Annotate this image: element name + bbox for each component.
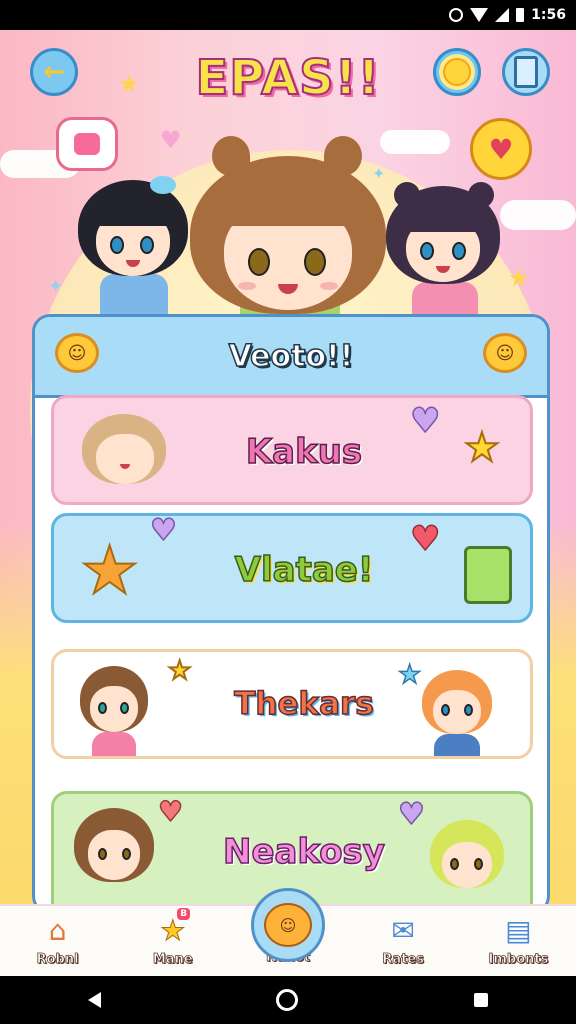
star-character-icon: ★: [79, 532, 140, 609]
star-icon: ★: [397, 660, 422, 690]
sun-icon: [443, 58, 471, 86]
nav-item-mane[interactable]: ★ B Mane: [115, 906, 230, 978]
character-bear-icon: [74, 808, 154, 900]
card-title: Veoto!!: [228, 338, 354, 375]
menu-item-label: Kakus: [245, 431, 363, 473]
system-nav-bar: [0, 976, 576, 1024]
chat-button[interactable]: [56, 117, 118, 171]
notification-badge: B: [177, 908, 191, 920]
menu-item-vlatae[interactable]: ★ ♥ ♥ Vlatae!: [51, 513, 533, 623]
bottom-navigation: ⌂ Robnl ★ B Mane ☺ Nanot ✉ Rates ▤ Imbon…: [0, 888, 576, 978]
status-bar: 1:56: [0, 0, 576, 30]
smiley-icon: ☺: [55, 333, 99, 373]
character-brown-icon: [80, 666, 148, 756]
character-blonde-icon: [430, 820, 504, 906]
favorites-button[interactable]: ♥: [470, 118, 532, 180]
nav-label: Mane: [152, 952, 194, 968]
speech-heart-icon: ♥: [409, 519, 441, 559]
smiley-icon: ☺: [264, 903, 312, 947]
smiley-icon: ☺: [483, 333, 527, 373]
character-right: [386, 182, 500, 316]
heart-icon: ♥: [488, 132, 514, 166]
center-bubble: ☺: [251, 888, 325, 962]
nav-label: Robnl: [36, 952, 79, 968]
heart-icon: ♥: [409, 401, 441, 441]
home-icon: ⌂: [48, 914, 67, 947]
nav-item-home[interactable]: ⌂ Robnl: [0, 906, 115, 978]
wifi-icon: [470, 8, 489, 22]
nav-label: Imbonts: [488, 952, 549, 968]
cloud-mid: [380, 130, 450, 154]
list-card-icon: ▤: [505, 914, 532, 947]
menu-item-kakus[interactable]: ♥ ★ Kakus: [51, 395, 533, 505]
exit-button[interactable]: [502, 48, 550, 96]
card-header: ☺ Veoto!! ☺: [35, 317, 547, 398]
nav-item-rates[interactable]: ✉ Rates: [346, 906, 461, 978]
star-icon: ★: [167, 656, 192, 686]
battery-icon: [516, 8, 525, 22]
status-time: 1:56: [531, 7, 566, 23]
app-title: EPAS!!: [194, 49, 381, 107]
character-orange-icon: [422, 670, 492, 756]
system-back-icon[interactable]: [87, 992, 101, 1008]
door-icon: [514, 56, 538, 88]
tablet-icon: [464, 546, 512, 604]
cloud-right: [500, 200, 576, 230]
sparkle-icon: ✦: [48, 276, 64, 297]
heart-deco-icon: ♥: [160, 126, 182, 154]
system-recents-icon[interactable]: [474, 993, 489, 1007]
signal-icon: [495, 8, 510, 22]
menu-item-thekars[interactable]: ★ ★ Thekars: [51, 649, 533, 759]
heart-icon: ♥: [397, 797, 425, 832]
character-left: [78, 176, 188, 314]
alarm-icon: [449, 8, 464, 22]
main-menu-card: ☺ Veoto!! ☺ ♥ ★ Kakus ★ ♥ ♥ Vlatae! ★ ★: [32, 314, 550, 914]
character-sleepy-icon: [82, 414, 166, 490]
nav-item-nanot[interactable]: ☺ Nanot: [230, 888, 345, 978]
character-center: [190, 136, 386, 320]
menu-item-label: Thekars: [233, 685, 374, 723]
heart-icon: ♥: [157, 795, 184, 828]
heart-folder-icon: ✉: [391, 914, 415, 947]
settings-button[interactable]: [433, 48, 481, 96]
sparkle-star-icon: ★: [118, 70, 140, 98]
menu-item-label: Vlatae!: [234, 549, 374, 591]
sparkle-star-icon: ★: [508, 264, 530, 292]
menu-item-label: Neakosy: [222, 831, 385, 873]
nav-label: Rates: [382, 952, 424, 968]
heart-icon: ♥: [149, 513, 177, 548]
system-home-icon[interactable]: [276, 989, 299, 1011]
message-icon: [74, 133, 100, 155]
nav-item-imbonts[interactable]: ▤ Imbonts: [461, 906, 576, 978]
star-icon: ★: [463, 425, 501, 471]
